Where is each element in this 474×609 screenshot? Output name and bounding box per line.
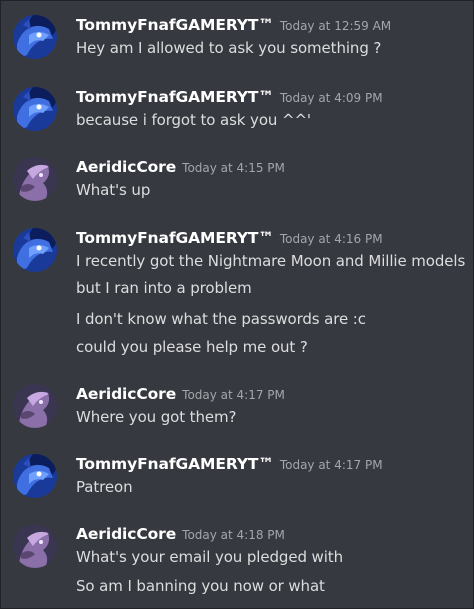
purple-pony-avatar-icon[interactable] <box>13 384 57 428</box>
message-text: What's your email you pledged with <box>76 548 343 566</box>
timestamp: Today at 4:17 PM <box>182 388 285 402</box>
purple-pony-avatar-icon[interactable] <box>13 157 57 201</box>
username[interactable]: TommyFnafGAMERYT™ <box>76 88 274 106</box>
message-text: I recently got the Nightmare Moon and Mi… <box>76 252 466 270</box>
timestamp: Today at 12:59 AM <box>279 19 392 33</box>
username[interactable]: AeridicCore <box>76 525 176 543</box>
username[interactable]: TommyFnafGAMERYT™ <box>76 455 274 473</box>
blue-wolf-avatar-icon[interactable] <box>13 15 57 59</box>
username[interactable]: TommyFnafGAMERYT™ <box>76 16 274 34</box>
blue-wolf-avatar-icon[interactable] <box>13 454 57 498</box>
purple-pony-avatar-icon[interactable] <box>13 524 57 568</box>
username[interactable]: TommyFnafGAMERYT™ <box>76 229 274 247</box>
message-text: Hey am I allowed to ask you something ? <box>76 39 382 57</box>
message-text: I don't know what the passwords are :c <box>76 310 366 328</box>
timestamp: Today at 4:17 PM <box>279 458 383 472</box>
timestamp: Today at 4:18 PM <box>182 528 285 542</box>
message-text: but I ran into a problem <box>76 279 252 297</box>
username[interactable]: AeridicCore <box>76 385 176 403</box>
message-text: Where you got them? <box>76 408 237 426</box>
blue-wolf-avatar-icon[interactable] <box>13 228 57 272</box>
blue-wolf-avatar-icon[interactable] <box>13 87 57 131</box>
username[interactable]: AeridicCore <box>76 158 176 176</box>
message-text: What's up <box>76 181 151 199</box>
timestamp: Today at 4:16 PM <box>279 232 383 246</box>
timestamp: Today at 4:09 PM <box>279 91 383 105</box>
timestamp: Today at 4:15 PM <box>182 161 285 175</box>
message-text: So am I banning you now or what <box>76 577 325 595</box>
message-text: could you please help me out ? <box>76 338 308 356</box>
message-text: because i forgot to ask you ^^' <box>76 111 311 129</box>
message-text: Patreon <box>76 478 133 496</box>
